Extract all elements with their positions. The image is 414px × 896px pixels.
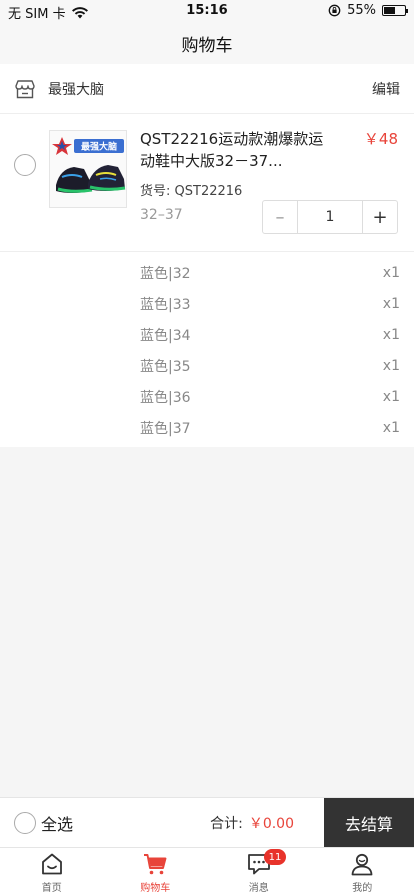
message-badge: 11 xyxy=(264,849,286,865)
checkout-button[interactable]: 去结算 xyxy=(324,797,414,848)
battery-percent: 55% xyxy=(347,3,376,18)
cart-icon xyxy=(144,853,167,874)
variant-row: 蓝色|33 x1 xyxy=(0,288,414,319)
variant-name: 蓝色|35 xyxy=(140,358,191,375)
edit-button[interactable]: 编辑 xyxy=(372,79,400,99)
variant-list: 蓝色|32 x1 蓝色|33 x1 蓝色|34 x1 蓝色|35 x1 蓝色|3… xyxy=(0,252,414,447)
status-right: 55% xyxy=(328,3,408,18)
variant-row: 蓝色|35 x1 xyxy=(0,350,414,381)
product-size-range: 32–37 xyxy=(140,207,183,223)
variant-name: 蓝色|36 xyxy=(140,389,191,406)
product-select-checkbox[interactable] xyxy=(14,154,36,176)
tab-home[interactable]: 首页 xyxy=(0,848,104,896)
tab-label: 购物车 xyxy=(140,882,171,894)
quantity-plus-button[interactable]: + xyxy=(363,201,397,233)
total-label: 合计: xyxy=(210,815,243,832)
tab-label: 我的 xyxy=(352,882,373,894)
battery-icon xyxy=(382,5,408,16)
total-value: ￥0.00 xyxy=(248,815,294,832)
variant-qty: x1 xyxy=(382,326,400,343)
status-bar: 无 SIM 卡 15:16 55% xyxy=(0,0,414,22)
product-title[interactable]: QST22216运动款潮爆款运动鞋中大版32－37... xyxy=(140,128,330,172)
variant-qty: x1 xyxy=(382,357,400,374)
cart-content: 最强大脑 编辑 最强大脑 QST22216运动款潮爆款运动鞋中大版32－37..… xyxy=(0,64,414,447)
nav-bar: 购物车 xyxy=(0,22,414,64)
variant-qty: x1 xyxy=(382,388,400,405)
product-thumbnail[interactable]: 最强大脑 xyxy=(49,130,127,208)
variant-row: 蓝色|34 x1 xyxy=(0,319,414,350)
select-all-checkbox[interactable] xyxy=(14,811,36,834)
variant-qty: x1 xyxy=(382,419,400,436)
product-price: ￥48 xyxy=(363,130,398,148)
tab-label: 消息 xyxy=(248,882,269,894)
product-sku: 货号: QST22216 xyxy=(140,184,243,199)
variant-qty: x1 xyxy=(382,264,400,281)
page-title: 购物车 xyxy=(181,35,233,56)
variant-row: 蓝色|36 x1 xyxy=(0,381,414,412)
select-all-label[interactable]: 全选 xyxy=(41,811,210,835)
variant-row: 蓝色|32 x1 xyxy=(0,257,414,288)
tab-bar: 首页 购物车 消息 11 我的 xyxy=(0,847,414,896)
shoe-image-icon: 最强大脑 xyxy=(50,131,126,207)
store-icon xyxy=(15,79,35,98)
product-card: 最强大脑 QST22216运动款潮爆款运动鞋中大版32－37... ￥48 货号… xyxy=(0,114,414,252)
quantity-minus-button[interactable]: – xyxy=(263,201,297,233)
home-icon xyxy=(41,853,62,874)
thumb-brand-text: 最强大脑 xyxy=(81,141,117,153)
profile-icon xyxy=(351,853,373,875)
tab-profile[interactable]: 我的 xyxy=(311,848,414,896)
tab-messages[interactable]: 消息 11 xyxy=(207,848,311,896)
orientation-lock-icon xyxy=(328,4,341,17)
variant-name: 蓝色|34 xyxy=(140,327,191,344)
battery-fill xyxy=(384,7,395,14)
tab-cart[interactable]: 购物车 xyxy=(104,848,208,896)
variant-name: 蓝色|37 xyxy=(140,420,191,437)
quantity-stepper: – 1 + xyxy=(262,200,398,234)
variant-name: 蓝色|33 xyxy=(140,296,191,313)
store-name[interactable]: 最强大脑 xyxy=(48,79,372,99)
quantity-input[interactable]: 1 xyxy=(297,201,363,233)
tab-label: 首页 xyxy=(41,882,62,894)
checkout-bar: 全选 合计: ￥0.00 去结算 xyxy=(0,797,414,848)
variant-qty: x1 xyxy=(382,295,400,312)
variant-name: 蓝色|32 xyxy=(140,265,191,282)
variant-row: 蓝色|37 x1 xyxy=(0,412,414,443)
store-row[interactable]: 最强大脑 编辑 xyxy=(0,64,414,114)
